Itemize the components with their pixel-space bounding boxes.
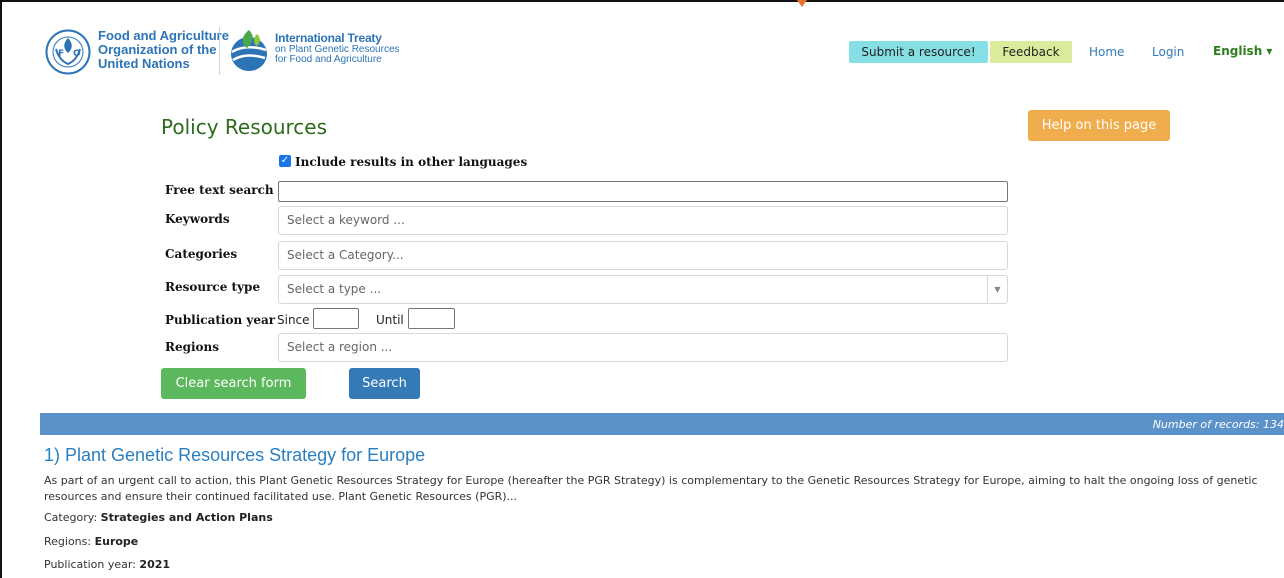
until-label: Until — [376, 313, 404, 327]
chevron-down-icon[interactable]: ▼ — [987, 276, 1007, 303]
submit-resource-button[interactable]: Submit a resource! — [849, 41, 988, 63]
logo-divider — [219, 27, 220, 75]
free-text-label: Free text search — [165, 183, 274, 197]
resource-type-label: Resource type — [165, 280, 261, 294]
regions-meta-label: Regions: — [44, 535, 92, 548]
year-label: Publication year: — [44, 558, 136, 571]
svg-text:F: F — [58, 49, 64, 59]
result-title-link[interactable]: 1) Plant Genetic Resources Strategy for … — [44, 445, 425, 466]
help-button[interactable]: Help on this page — [1028, 110, 1170, 141]
until-year-input[interactable] — [408, 308, 455, 329]
records-count: Number of records: 134 — [1152, 418, 1284, 431]
categories-label: Categories — [165, 247, 238, 261]
window-frame-top — [0, 0, 1284, 2]
category-label: Category: — [44, 511, 98, 524]
feedback-button[interactable]: Feedback — [990, 41, 1072, 63]
regions-label: Regions — [165, 340, 220, 354]
keywords-label: Keywords — [165, 212, 230, 226]
treaty-logo-icon — [231, 30, 267, 71]
regions-meta-value: Europe — [94, 535, 139, 548]
since-year-input[interactable] — [313, 308, 359, 329]
nav-login-link[interactable]: Login — [1152, 45, 1184, 59]
window-frame-left — [0, 0, 2, 578]
since-label: Since — [277, 313, 310, 327]
language-dropdown[interactable]: English ▾ — [1213, 44, 1272, 58]
keywords-select[interactable]: Select a keyword ... — [278, 206, 1008, 235]
category-value: Strategies and Action Plans — [100, 511, 273, 524]
regions-select[interactable]: Select a region ... — [278, 333, 1008, 362]
result-description: As part of an urgent call to action, thi… — [44, 474, 1258, 503]
result-year: Publication year: 2021 — [44, 558, 170, 571]
year-value: 2021 — [139, 558, 171, 571]
treaty-logo-title: International Treaty — [275, 31, 382, 45]
free-text-input[interactable] — [278, 181, 1008, 202]
fao-logo-text: Food and Agriculture Organization of the… — [98, 28, 229, 71]
result-regions: Regions: Europe — [44, 535, 138, 548]
include-languages-checkbox[interactable]: ✓ — [279, 155, 291, 167]
include-languages-label: Include results in other languages — [295, 155, 528, 169]
fao-logo-icon: F O — [45, 29, 91, 75]
publication-year-label: Publication year — [165, 313, 276, 327]
svg-text:O: O — [73, 49, 81, 59]
result-category: Category: Strategies and Action Plans — [44, 511, 273, 524]
page-title: Policy Resources — [161, 115, 328, 139]
treaty-logo-subtitle: on Plant Genetic Resources for Food and … — [275, 44, 400, 65]
search-button[interactable]: Search — [349, 368, 420, 399]
records-bar: Number of records: 134 — [40, 413, 1284, 435]
clear-search-button[interactable]: Clear search form — [161, 368, 306, 399]
resource-type-select[interactable]: Select a type ... — [278, 275, 1008, 304]
nav-home-link[interactable]: Home — [1089, 45, 1124, 59]
categories-select[interactable]: Select a Category... — [278, 241, 1008, 270]
pointer-marker-icon — [797, 0, 807, 7]
